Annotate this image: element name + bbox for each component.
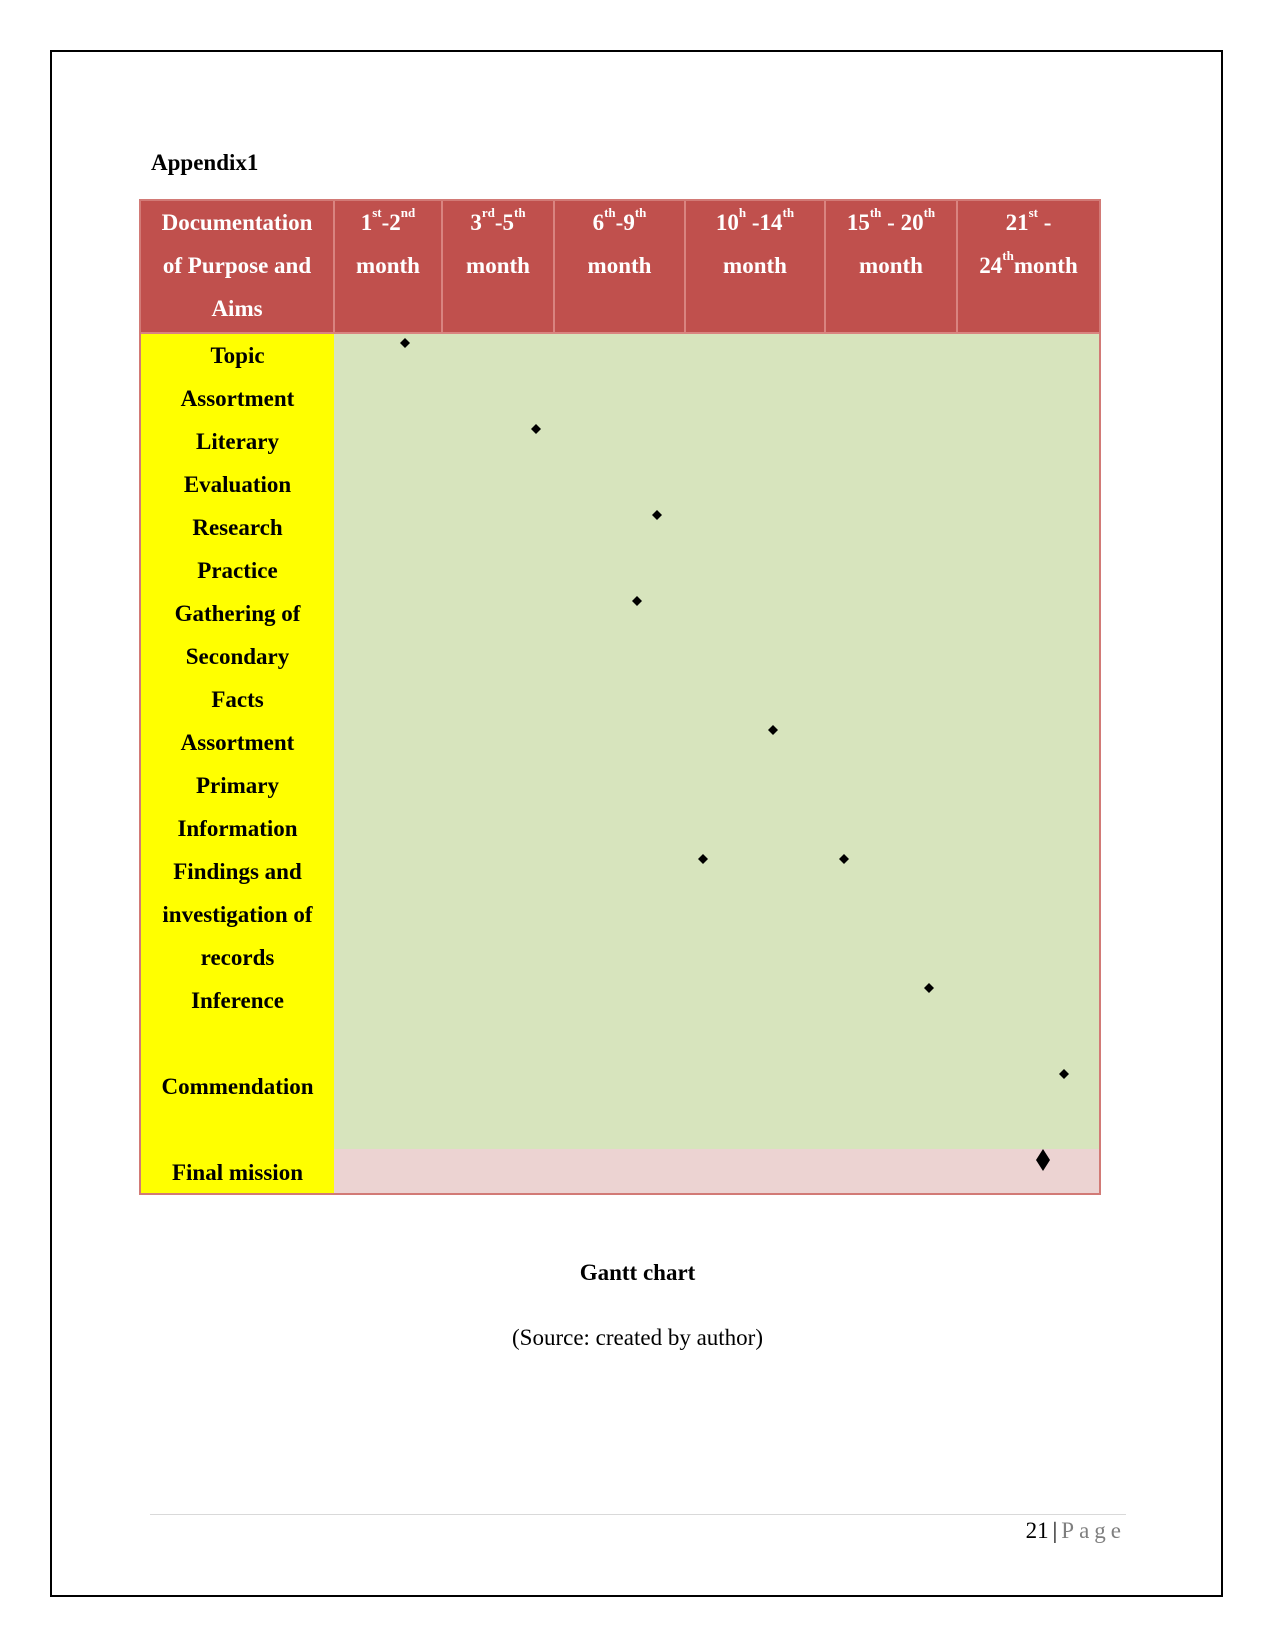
task-label-line: Topic <box>210 343 265 368</box>
milestone-diamond <box>838 854 849 864</box>
milestone-diamond <box>924 983 935 993</box>
period-label-line1: 6th-9th <box>592 205 647 235</box>
period-label-line2: month <box>466 253 530 278</box>
appendix-title: Appendix1 <box>151 150 259 175</box>
task-label-line: Facts <box>211 687 264 712</box>
period-label-line2: month <box>859 253 923 278</box>
header-task-column-line: Aims <box>211 296 263 321</box>
header-task-column-line: of Purpose and <box>162 253 312 278</box>
period-label-line2: month <box>356 253 420 278</box>
task-label-line: records <box>200 945 275 970</box>
header-period-10-14: 10h -14th month <box>686 201 826 332</box>
milestone-diamond <box>697 854 708 864</box>
milestone-diamond <box>767 725 778 735</box>
task-label-line <box>141 1022 334 1065</box>
milestone-diamond <box>400 338 411 348</box>
gantt-chart-table: Documentation of Purpose and Aims 1st-2nd mo… <box>139 199 1101 1195</box>
header-task-column-line: Documentation <box>161 210 313 235</box>
period-label-line1: 15th - 20th <box>846 205 936 235</box>
milestone-diamond <box>631 596 642 606</box>
milestone-diamond <box>1058 1069 1069 1079</box>
task-label-line: Secondary <box>185 644 290 669</box>
page-separator: | <box>1052 1518 1058 1543</box>
header-period-21-24: 21st - 24thmonth <box>958 201 1099 332</box>
page-number: 21 <box>1025 1518 1049 1543</box>
header-period-15-20: 15th - 20th month <box>826 201 958 332</box>
header-period-3-5: 3rd-5th month <box>443 201 555 332</box>
task-label-column: Topic Assortment Literary Evaluation Researc… <box>141 334 334 1193</box>
task-label-line: Inference <box>191 988 284 1013</box>
task-label-line: Evaluation <box>183 472 292 497</box>
caption-source: (Source: created by author) <box>512 1325 763 1350</box>
milestone-diamond <box>1035 1149 1050 1171</box>
task-label-line: Practice <box>197 558 278 583</box>
page-footer: 21 | Page <box>1026 1518 1126 1544</box>
period-label-line1: 21st - <box>1005 205 1052 235</box>
task-label-line: Research <box>192 515 283 540</box>
caption-title: Gantt chart <box>579 1260 696 1285</box>
header-task-column: Documentation of Purpose and Aims <box>141 201 335 332</box>
period-label-line2: 24thmonth <box>979 248 1078 278</box>
task-label-line: Final mission <box>171 1160 303 1185</box>
footer-rule <box>150 1514 1126 1515</box>
task-label-line: Assortment <box>180 730 295 755</box>
final-mission-band <box>334 1149 1099 1193</box>
period-label-line2: month <box>587 253 652 278</box>
header-period-6-9: 6th-9th month <box>555 201 686 332</box>
gantt-header-row: Documentation of Purpose and Aims 1st-2nd mo… <box>141 201 1099 334</box>
page-word: Page <box>1061 1518 1126 1543</box>
header-period-1-2: 1st-2nd month <box>335 201 443 332</box>
milestone-diamond <box>651 510 662 520</box>
task-label-line: Findings and <box>173 859 302 884</box>
task-label-line: Assortment <box>180 386 295 411</box>
task-label-line <box>141 1108 334 1151</box>
period-label-line1: 1st-2nd <box>360 205 416 235</box>
task-label-line: investigation of <box>162 902 313 927</box>
task-label-line: Literary <box>195 429 279 454</box>
milestone-diamond <box>531 424 542 434</box>
period-label-line2: month <box>723 253 787 278</box>
period-label-line1: 3rd-5th <box>470 205 526 235</box>
task-label-line: Primary <box>195 773 279 798</box>
task-label-line: Gathering of <box>174 601 301 626</box>
task-label-line: Information <box>177 816 298 841</box>
task-label-line: Commendation <box>161 1074 314 1099</box>
period-label-line1: 10h -14th <box>715 205 795 235</box>
